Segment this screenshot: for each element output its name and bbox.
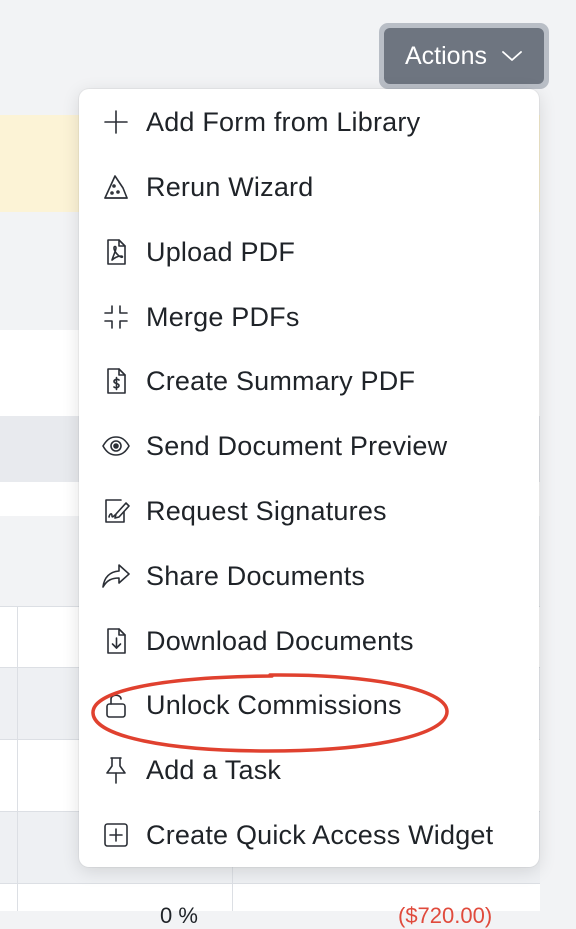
actions-dropdown-menu: Add Form from Library Rerun Wizard Uploa… [79,89,539,867]
table-cell-amount: ($720.00) [398,903,493,928]
menu-item-request-signatures[interactable]: Request Signatures [79,479,539,543]
menu-item-create-summary-pdf[interactable]: Create Summary PDF [79,349,539,413]
menu-item-label: Download Documents [146,625,414,656]
menu-item-label: Send Document Preview [146,430,448,461]
menu-item-label: Add a Task [146,754,282,785]
merge-icon [99,300,133,334]
menu-item-label: Merge PDFs [146,301,300,332]
table-cell-percent: 0 % [160,903,198,928]
actions-button[interactable]: Actions [384,28,544,84]
menu-item-label: Rerun Wizard [146,171,314,202]
unlock-icon [99,688,133,722]
menu-item-create-quick-access-widget[interactable]: Create Quick Access Widget [79,803,539,867]
download-document-icon [99,624,133,658]
menu-item-add-form-from-library[interactable]: Add Form from Library [79,90,539,154]
menu-item-merge-pdfs[interactable]: Merge PDFs [79,285,539,349]
table-divider [0,883,540,884]
pdf-file-icon [99,235,133,269]
menu-item-label: Create Quick Access Widget [146,819,494,850]
signature-icon [99,494,133,528]
pin-icon [99,753,133,787]
menu-item-send-document-preview[interactable]: Send Document Preview [79,414,539,478]
menu-item-rerun-wizard[interactable]: Rerun Wizard [79,155,539,219]
plus-icon [99,105,133,139]
menu-item-label: Share Documents [146,560,366,591]
chevron-down-icon [501,49,523,63]
menu-item-label: Unlock Commissions [146,689,402,720]
menu-item-share-documents[interactable]: Share Documents [79,544,539,608]
actions-button-focus-ring: Actions [379,23,549,89]
menu-item-label: Create Summary PDF [146,365,416,396]
menu-item-upload-pdf[interactable]: Upload PDF [79,220,539,284]
plus-square-icon [99,818,133,852]
wizard-hat-icon [99,170,133,204]
menu-item-label: Request Signatures [146,495,387,526]
dollar-document-icon [99,364,133,398]
table-divider [17,607,18,911]
eye-icon [99,429,133,463]
menu-item-label: Add Form from Library [146,106,421,137]
menu-item-unlock-commissions[interactable]: Unlock Commissions [79,673,539,737]
menu-item-download-documents[interactable]: Download Documents [79,609,539,673]
menu-item-label: Upload PDF [146,236,296,267]
share-arrow-icon [99,559,133,593]
actions-button-label: Actions [405,41,487,70]
menu-item-add-a-task[interactable]: Add a Task [79,738,539,802]
